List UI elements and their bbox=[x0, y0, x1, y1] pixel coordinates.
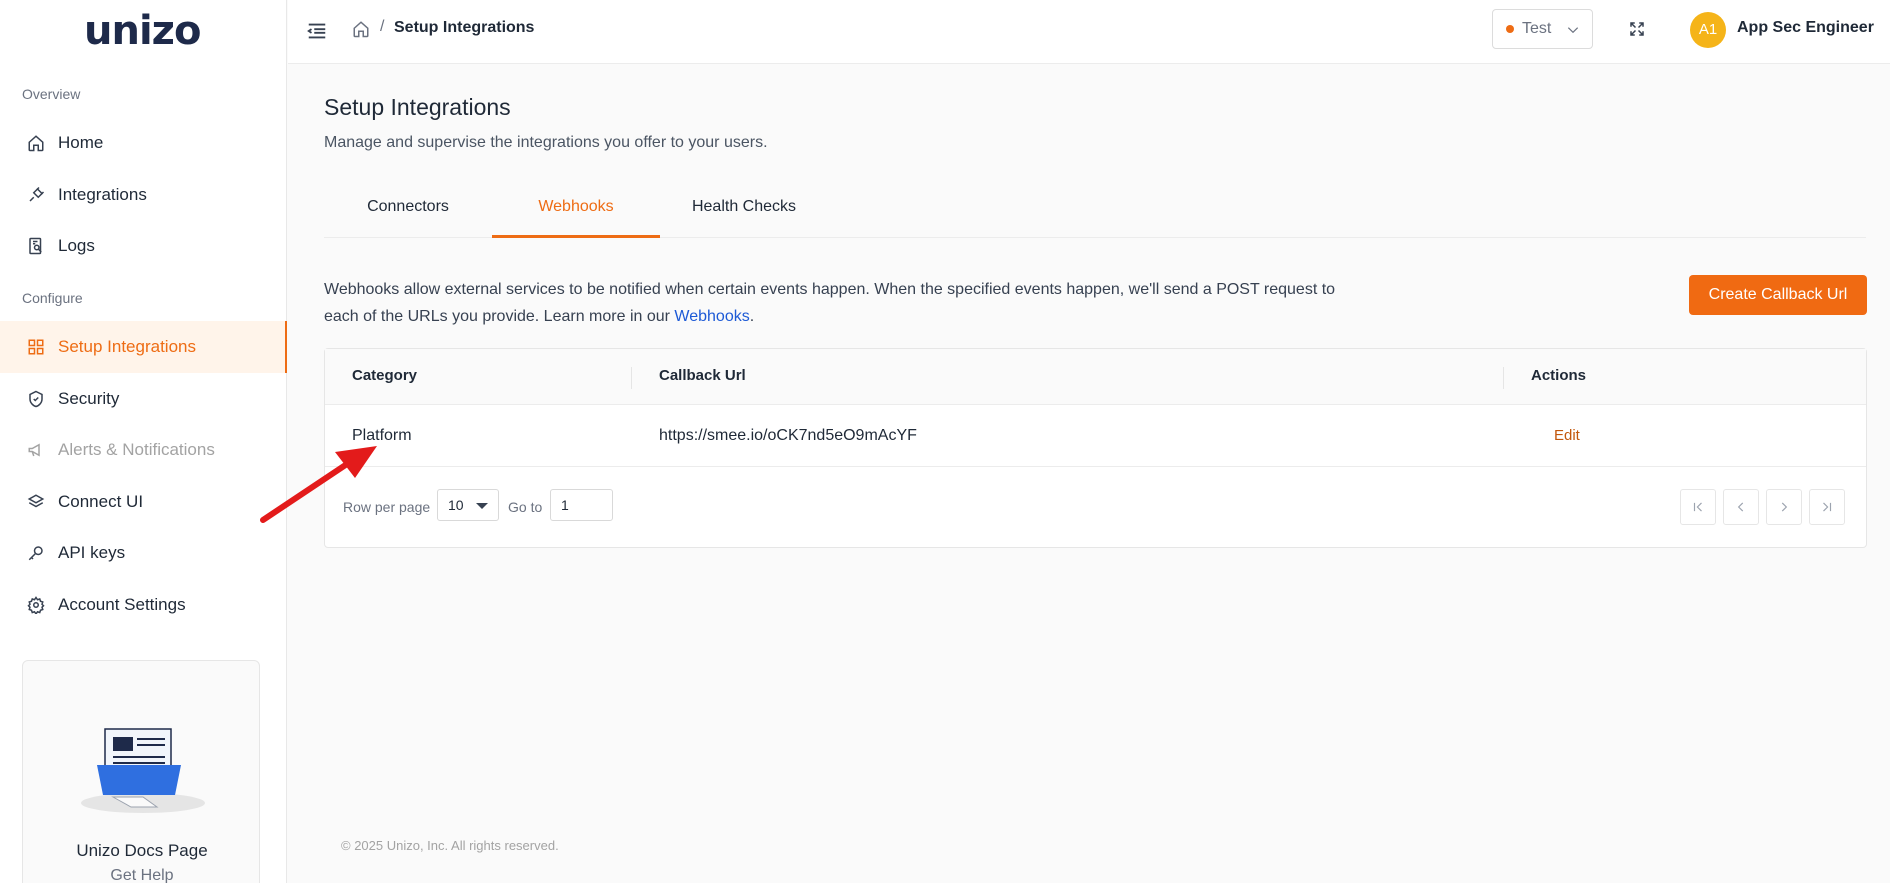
environment-value: Test bbox=[1522, 20, 1552, 37]
breadcrumb-separator: / bbox=[380, 18, 385, 35]
sidebar-item-integrations[interactable]: Integrations bbox=[0, 169, 287, 221]
environment-status-dot bbox=[1506, 25, 1514, 33]
sidebar-item-label: Logs bbox=[58, 236, 95, 255]
edit-link[interactable]: Edit bbox=[1554, 427, 1580, 444]
next-page-button[interactable] bbox=[1766, 489, 1802, 525]
webhooks-description: Webhooks allow external services to be n… bbox=[324, 276, 1364, 330]
docs-illustration-icon bbox=[73, 711, 213, 821]
sidebar-item-label: Home bbox=[58, 133, 104, 152]
go-to-label: Go to bbox=[508, 499, 543, 515]
sidebar-item-api-keys[interactable]: API keys bbox=[0, 527, 287, 579]
column-divider bbox=[631, 367, 632, 389]
environment-select[interactable]: Test bbox=[1492, 9, 1593, 49]
sidebar-item-label: API keys bbox=[58, 543, 126, 562]
sidebar-item-label: Connect UI bbox=[58, 492, 144, 511]
sidebar-item-label: Setup Integrations bbox=[58, 337, 196, 356]
tabs: Connectors Webhooks Health Checks bbox=[324, 186, 1866, 238]
grid-icon bbox=[26, 337, 46, 357]
webhooks-docs-link[interactable]: Webhooks bbox=[674, 308, 749, 325]
sidebar-collapse-icon[interactable] bbox=[306, 20, 328, 42]
sidebar-item-label: Alerts & Notifications bbox=[58, 440, 215, 459]
webhooks-table: Category Callback Url Actions Platform h… bbox=[324, 348, 1867, 548]
breadcrumb-home-icon[interactable] bbox=[352, 20, 370, 38]
page-title: Setup Integrations bbox=[324, 94, 511, 120]
tab-webhooks[interactable]: Webhooks bbox=[492, 186, 660, 238]
footer-copyright: © 2025 Unizo, Inc. All rights reserved. bbox=[341, 838, 559, 853]
first-page-button[interactable] bbox=[1680, 489, 1716, 525]
user-name[interactable]: App Sec Engineer bbox=[1737, 19, 1874, 37]
sidebar-item-logs[interactable]: Logs bbox=[0, 220, 287, 272]
chevron-left-icon bbox=[1737, 502, 1744, 512]
sidebar-item-alerts[interactable]: Alerts & Notifications bbox=[0, 424, 287, 476]
docs-card-subtitle[interactable]: Get Help bbox=[23, 867, 261, 883]
annotation-arrow-icon bbox=[260, 446, 377, 523]
last-page-icon bbox=[1823, 502, 1832, 512]
plug-icon bbox=[26, 185, 46, 205]
chevron-right-icon bbox=[1781, 502, 1788, 512]
column-header-category: Category bbox=[352, 367, 418, 384]
tab-health-checks[interactable]: Health Checks bbox=[660, 186, 828, 238]
tab-connectors[interactable]: Connectors bbox=[324, 186, 492, 238]
breadcrumb-current: Setup Integrations bbox=[394, 19, 535, 36]
fullscreen-icon[interactable] bbox=[1628, 20, 1646, 38]
sidebar-item-account-settings[interactable]: Account Settings bbox=[0, 579, 287, 631]
column-header-actions: Actions bbox=[1531, 367, 1587, 384]
section-label-configure: Configure bbox=[22, 290, 83, 306]
chevron-down-icon bbox=[1566, 23, 1580, 37]
log-search-icon bbox=[26, 236, 46, 256]
shield-icon bbox=[26, 389, 46, 409]
sidebar-item-label: Account Settings bbox=[58, 595, 186, 614]
docs-card-title: Unizo Docs Page bbox=[76, 841, 208, 860]
table-row: Platform https://smee.io/oCK7nd5eO9mAcYF… bbox=[325, 405, 1866, 467]
unizo-logo[interactable]: unizo bbox=[84, 10, 201, 52]
sidebar: unizo Overview Home Integrations Logs Co… bbox=[0, 0, 287, 883]
last-page-button[interactable] bbox=[1809, 489, 1845, 525]
rows-per-page-value: 10 bbox=[448, 497, 464, 513]
sidebar-item-connect-ui[interactable]: Connect UI bbox=[0, 476, 287, 528]
sidebar-item-setup-integrations[interactable]: Setup Integrations bbox=[0, 321, 287, 373]
table-header: Category Callback Url Actions bbox=[325, 349, 1866, 405]
layers-icon bbox=[26, 492, 46, 512]
rows-per-page-select[interactable]: 10 bbox=[437, 489, 499, 521]
go-to-page-input[interactable] bbox=[550, 489, 613, 521]
cell-callback-url: https://smee.io/oCK7nd5eO9mAcYF bbox=[659, 427, 917, 444]
caret-down-icon bbox=[476, 503, 488, 509]
megaphone-icon bbox=[26, 440, 46, 460]
webhooks-description-text: Webhooks allow external services to be n… bbox=[324, 281, 1336, 325]
column-divider bbox=[1503, 367, 1504, 389]
top-header: / Setup Integrations Test A1 App Sec Eng… bbox=[288, 0, 1890, 64]
sidebar-item-label: Security bbox=[58, 389, 120, 408]
webhooks-description-end: . bbox=[749, 308, 755, 325]
sidebar-item-label: Integrations bbox=[58, 185, 147, 204]
create-callback-url-button[interactable]: Create Callback Url bbox=[1689, 275, 1867, 315]
section-label-overview: Overview bbox=[22, 86, 81, 102]
first-page-icon bbox=[1693, 502, 1702, 512]
sidebar-item-home[interactable]: Home bbox=[0, 117, 287, 169]
column-header-callback-url: Callback Url bbox=[659, 367, 746, 384]
sidebar-item-security[interactable]: Security bbox=[0, 373, 287, 425]
previous-page-button[interactable] bbox=[1723, 489, 1759, 525]
home-icon bbox=[26, 133, 46, 153]
page-subtitle: Manage and supervise the integrations yo… bbox=[324, 134, 768, 151]
docs-card[interactable]: Unizo Docs Page Get Help bbox=[22, 660, 260, 883]
pagination: Row per page 10 Go to bbox=[325, 467, 1866, 549]
key-icon bbox=[26, 543, 46, 563]
avatar[interactable]: A1 bbox=[1690, 12, 1726, 48]
gear-icon bbox=[26, 595, 46, 615]
